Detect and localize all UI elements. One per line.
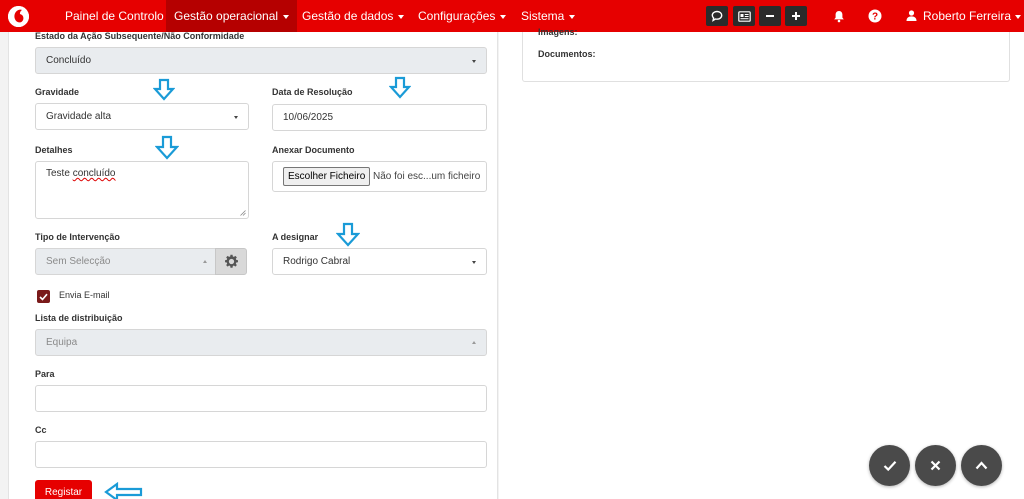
check-icon [39,293,48,301]
svg-text:?: ? [872,12,878,23]
detalhes-text-spellcheck: concluído [72,168,116,179]
notifications-button[interactable] [832,9,846,23]
para-label: Para [35,369,55,379]
user-icon [906,10,917,21]
check-icon [883,460,896,471]
logo-mark [8,6,29,27]
annotation-arrow-left-icon [104,482,143,499]
cancel-fab[interactable] [915,445,956,486]
choose-file-button[interactable]: Escolher Ficheiro [283,167,371,186]
envia-email-checkbox[interactable] [37,290,50,303]
imagens-label: Imagens: [538,27,578,37]
detalhes-label: Detalhes [35,145,73,155]
caret-down-icon [472,261,476,264]
nav-configuracoes[interactable]: Configurações [410,0,514,32]
right-column [499,32,1024,499]
cc-label: Cc [35,425,47,435]
envia-email-label: Envia E-mail [59,290,110,300]
anexar-label: Anexar Documento [272,145,355,155]
detalhes-textarea[interactable]: Teste concluído [35,161,249,219]
gravidade-value: Gravidade alta [46,111,112,122]
nav-painel-controlo[interactable]: Painel de Controlo [57,0,172,32]
caret-down-icon [1015,14,1022,19]
annotation-arrow-down-icon [389,76,411,99]
lista-distribuicao-label: Lista de distribuição [35,313,123,323]
user-menu[interactable]: Roberto Ferreira [906,0,1022,32]
nav-label: Gestão operacional [174,9,279,23]
caret-down-icon [569,14,576,19]
register-button[interactable]: Registar [35,480,92,499]
scroll-top-fab[interactable] [961,445,1002,486]
nav-label: Gestão de dados [302,9,394,23]
plus-icon [792,12,800,20]
tipo-intervencao-placeholder: Sem Selecção [46,256,111,267]
zoom-out-button[interactable] [759,6,781,26]
data-resolucao-input[interactable]: 10/06/2025 [272,104,487,131]
nav-gestao-dados[interactable]: Gestão de dados [294,0,412,32]
file-input[interactable]: Escolher Ficheiro Não foi esc...um fiche… [272,161,487,192]
top-navbar: Painel de Controlo Gestão operacional Ge… [0,0,1024,32]
lista-distribuicao-placeholder: Equipa [46,337,78,348]
caret-up-icon [472,341,476,344]
estado-select[interactable]: Concluído [35,47,487,74]
nav-gestao-operacional[interactable]: Gestão operacional [166,0,298,32]
annotation-arrow-down-icon [336,222,360,247]
nav-label: Configurações [418,9,496,23]
close-icon [930,460,941,471]
cc-input[interactable] [35,441,487,468]
annotation-arrow-down-icon [155,135,179,160]
gear-icon [224,254,238,268]
caret-down-icon [234,116,238,119]
detalhes-text: Teste [46,168,73,179]
resize-handle-icon[interactable] [240,210,246,216]
gravidade-select[interactable]: Gravidade alta [35,103,249,130]
attachments-card: Imagens: Documentos: [522,27,1010,82]
data-resolucao-value: 10/06/2025 [283,112,334,123]
documentos-label: Documentos: [538,49,596,59]
a-designar-select[interactable]: Rodrigo Cabral [272,248,487,275]
caret-down-icon [283,14,290,19]
caret-up-icon [203,260,207,263]
chat-icon [711,10,723,22]
tipo-intervencao-select[interactable]: Sem Selecção [35,248,216,275]
caret-down-icon [472,60,476,63]
annotation-arrow-down-icon [153,78,175,101]
a-designar-label: A designar [272,232,319,242]
id-card-icon [737,10,751,22]
caret-down-icon [398,14,405,19]
zoom-in-button[interactable] [785,6,807,26]
minus-icon [766,15,774,17]
a-designar-value: Rodrigo Cabral [283,256,351,267]
nav-label: Sistema [521,9,565,23]
para-input[interactable] [35,385,487,412]
data-resolucao-label: Data de Resolução [272,87,353,97]
tipo-intervencao-settings-button[interactable] [215,248,247,275]
gravidade-label: Gravidade [35,87,80,97]
help-button[interactable]: ? [868,9,882,23]
estado-label: Estado da Ação Subsequente/Não Conformid… [35,31,245,41]
bell-icon [834,10,844,22]
help-icon: ? [868,9,882,23]
chat-button[interactable] [706,6,728,26]
confirm-fab[interactable] [869,445,910,486]
lista-distribuicao-select[interactable]: Equipa [35,329,487,356]
user-name: Roberto Ferreira [923,9,1012,23]
estado-value: Concluído [46,55,92,66]
tipo-intervencao-label: Tipo de Intervenção [35,232,120,242]
chevron-up-icon [975,461,988,470]
id-card-button[interactable] [733,6,755,26]
nav-label: Painel de Controlo [65,9,164,23]
file-status: Não foi esc...um ficheiro [373,171,481,182]
vodafone-logo[interactable] [8,6,29,27]
caret-down-icon [500,14,507,19]
